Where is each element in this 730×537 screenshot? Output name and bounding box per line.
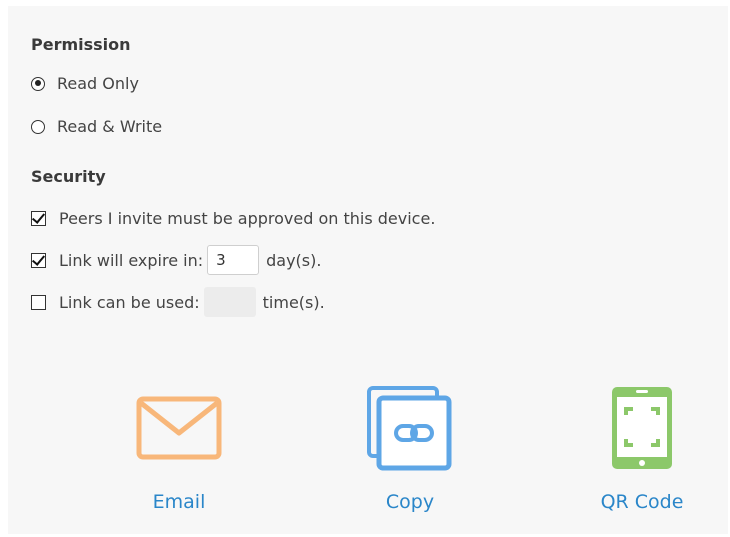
expire-unit: day(s). — [266, 250, 322, 270]
approve-checkbox[interactable] — [31, 211, 46, 226]
radio-read-write[interactable]: Read & Write — [31, 117, 162, 136]
uses-option: Link can be used: time(s). — [31, 287, 325, 317]
expire-label: Link will expire in: — [59, 250, 204, 270]
radio-label-read-write: Read & Write — [57, 117, 163, 136]
radio-button-selected[interactable] — [31, 76, 45, 91]
uses-checkbox[interactable] — [31, 294, 46, 310]
security-heading: Security — [31, 167, 106, 186]
radio-button[interactable] — [31, 119, 45, 134]
uses-label: Link can be used: — [59, 292, 200, 312]
email-label: Email — [152, 491, 206, 513]
uses-count-input[interactable] — [203, 287, 256, 317]
qr-code-icon — [610, 384, 674, 472]
email-share-button[interactable]: Email — [109, 384, 249, 513]
permission-heading: Permission — [31, 35, 131, 54]
expire-days-input[interactable] — [207, 245, 260, 275]
approve-option[interactable]: Peers I invite must be approved on this … — [31, 209, 435, 228]
approve-label: Peers I invite must be approved on this … — [59, 209, 436, 228]
copy-link-button[interactable]: Copy — [340, 384, 480, 513]
uses-unit: time(s). — [262, 292, 325, 312]
expire-checkbox[interactable] — [31, 252, 46, 268]
expire-option: Link will expire in: day(s). — [31, 245, 321, 275]
qr-code-label: QR Code — [600, 491, 684, 513]
envelope-icon — [135, 384, 223, 472]
copy-label: Copy — [385, 491, 435, 513]
radio-label-read-only: Read Only — [57, 74, 139, 93]
copy-link-icon — [366, 384, 454, 472]
radio-read-only[interactable]: Read Only — [31, 74, 139, 93]
qr-code-button[interactable]: QR Code — [572, 384, 712, 513]
